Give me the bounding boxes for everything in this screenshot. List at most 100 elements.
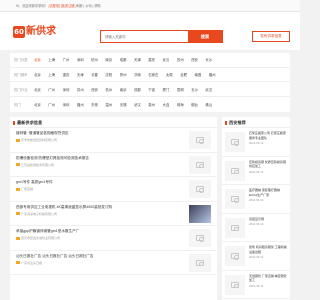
filter-item[interactable]: 天津 bbox=[77, 72, 84, 77]
register-link[interactable]: [免费注册] bbox=[61, 4, 76, 8]
filter-item[interactable]: 广州 bbox=[63, 57, 70, 62]
filter-item[interactable]: 福州 bbox=[77, 102, 84, 107]
listing-meta: 江苏某检测技术有限公司 bbox=[16, 163, 211, 167]
listing-thumbnail[interactable] bbox=[189, 229, 211, 247]
filter-item[interactable]: 北京 bbox=[34, 57, 41, 62]
recommend-thumbnail[interactable] bbox=[225, 274, 245, 295]
verified-icon bbox=[16, 187, 20, 191]
filter-item[interactable]: 北京 bbox=[34, 72, 41, 77]
filter-item[interactable]: 杭州 bbox=[105, 87, 112, 92]
filter-item[interactable]: 济南 bbox=[134, 72, 141, 77]
listing-row[interactable]: gm1号件 高质gm1号件 厂家直销 bbox=[10, 177, 217, 202]
recommend-title[interactable]: 医疗器械 康复理疗器械 ECG2生产厂家 bbox=[249, 188, 287, 197]
recommend-thumbnail[interactable] bbox=[225, 189, 245, 209]
filter-item[interactable]: 杭州 bbox=[91, 57, 98, 62]
recommend-item[interactable]: 医疗器械 康复理疗器械 ECG2生产厂家 2024-05-13 bbox=[222, 185, 290, 214]
listing-thumbnail[interactable] bbox=[189, 131, 211, 149]
filter-item[interactable]: 天津 bbox=[134, 57, 141, 62]
filter-item[interactable]: 上海 bbox=[48, 57, 55, 62]
filter-item[interactable]: 福州 bbox=[209, 72, 216, 77]
filter-item[interactable]: 北京 bbox=[34, 87, 41, 92]
filter-item[interactable]: 南昌 bbox=[194, 72, 201, 77]
filter-item[interactable]: 大连 bbox=[163, 102, 170, 107]
filter-item[interactable]: 郑州 bbox=[120, 72, 127, 77]
filter-item[interactable]: 太原 bbox=[166, 72, 173, 77]
filter-item[interactable]: 昆明 bbox=[177, 87, 184, 92]
listing-thumbnail[interactable] bbox=[189, 253, 211, 272]
filter-item[interactable]: 珠海 bbox=[177, 102, 184, 107]
recommend-thumbnail[interactable] bbox=[225, 217, 245, 238]
filter-item[interactable]: 苏州 bbox=[177, 57, 184, 62]
filter-item[interactable]: 成都 bbox=[120, 57, 127, 62]
filter-item[interactable]: 泉州 bbox=[148, 102, 155, 107]
filter-item[interactable]: 深圳 bbox=[77, 57, 84, 62]
login-link[interactable]: [请登录] bbox=[49, 4, 60, 8]
filter-item[interactable]: 厦门 bbox=[163, 87, 170, 92]
filter-item[interactable]: 沈阳 bbox=[105, 72, 112, 77]
recommend-title[interactable]: 无缝钢管 厂家直销 精密钢管加工 bbox=[249, 274, 287, 283]
search-input[interactable] bbox=[101, 31, 188, 42]
filter-item[interactable]: 长沙 bbox=[191, 87, 198, 92]
filter-item[interactable]: 佛山 bbox=[205, 102, 212, 107]
filter-item[interactable]: 南京 bbox=[105, 57, 112, 62]
listing-title[interactable]: gm1号件 高质gm1号件 bbox=[16, 180, 211, 185]
recommend-thumbnail[interactable] bbox=[225, 132, 245, 152]
verified-icon bbox=[16, 236, 20, 240]
recommend-item[interactable]: 石家庄搬家公司 石家庄搬家服务专业团队 2024-05-13 bbox=[222, 128, 290, 157]
recommend-item[interactable]: 双层显示屏 2024-05-13 bbox=[222, 214, 290, 242]
filter-item[interactable]: 武汉 bbox=[163, 57, 170, 62]
site-logo[interactable]: 60 新供求 bbox=[13, 25, 56, 38]
recommend-title[interactable]: 石家庄搬家公司 石家庄搬家服务专业团队 bbox=[249, 131, 287, 140]
top-extra-links[interactable]: 刷新 | 公司 | 帮助 bbox=[76, 4, 100, 8]
filter-item[interactable]: 苏州 bbox=[77, 87, 84, 92]
listing-title[interactable]: 西部专用供应工业电视机 4K高清液晶显示屏4000量批发订购 bbox=[16, 205, 211, 210]
listing-row[interactable]: 承接gpp护膜镀锌钢管gm1型水管生产厂 武汉市宏鑫泰诚管业有限公司 bbox=[10, 226, 217, 251]
recommend-title[interactable]: 压铸模具钢 优质压铸模具钢供应加工 bbox=[249, 160, 287, 169]
filter-item[interactable]: 重庆 bbox=[148, 57, 155, 62]
filter-item[interactable]: 武汉 bbox=[134, 102, 141, 107]
filter-item[interactable]: 西安 bbox=[191, 57, 198, 62]
filter-item[interactable]: 广州 bbox=[48, 87, 55, 92]
filter-item[interactable]: 成都 bbox=[134, 87, 141, 92]
recommend-thumbnail[interactable] bbox=[225, 246, 245, 266]
filter-item[interactable]: 无锡 bbox=[120, 102, 127, 107]
filter-item[interactable]: 北京 bbox=[34, 102, 41, 107]
filter-item[interactable]: 西安 bbox=[91, 87, 98, 92]
recommend-thumbnail[interactable] bbox=[225, 160, 245, 181]
recommend-item[interactable]: 无缝钢管 厂家直销 精密钢管加工 2024-05-13 bbox=[222, 271, 290, 299]
listing-thumbnail[interactable] bbox=[189, 155, 211, 174]
listing-row[interactable]: 汕头日报社广告 汕头日报社广告 汕头日报社广告 广东省汕头日报 bbox=[10, 251, 217, 275]
listing-title[interactable]: 镀锌管 ·管道管品各规格现货供应 bbox=[16, 131, 211, 136]
filter-item[interactable]: 南京 bbox=[120, 87, 127, 92]
listing-title[interactable]: 承接gpp护膜镀锌钢管gm1型水管生产厂 bbox=[16, 229, 211, 234]
filter-row: 热门行业 北京 广州 深圳 苏州 西安 杭州 南京 成都 宁波 厦门 昆明 长沙 武汉 bbox=[10, 82, 290, 98]
filter-item[interactable]: 武汉 bbox=[205, 87, 212, 92]
publish-button[interactable]: 发布供求信息 bbox=[252, 31, 290, 42]
filter-item[interactable]: 石家庄 bbox=[148, 72, 158, 77]
listing-row[interactable]: 防爆设备检测 防爆型灯具检测可检测技术报告 江苏某检测技术有限公司 bbox=[10, 153, 217, 177]
filter-item[interactable]: 上海 bbox=[48, 72, 55, 77]
search-button[interactable]: 搜索 bbox=[188, 31, 222, 42]
filter-item[interactable]: 长春 bbox=[91, 72, 98, 77]
recommend-title[interactable]: 建筑 机具租赁服务 工程机械设备出租 bbox=[249, 245, 287, 254]
filter-item[interactable]: 重庆 bbox=[63, 72, 70, 77]
recommend-item[interactable]: 建筑 机具租赁服务 工程机械设备出租 2024-05-13 bbox=[222, 242, 290, 271]
filter-item[interactable]: 深圳 bbox=[63, 87, 70, 92]
filter-item[interactable]: 烟台 bbox=[191, 102, 198, 107]
listing-thumbnail[interactable] bbox=[189, 204, 211, 223]
recommend-item[interactable]: 压铸模具钢 优质压铸模具钢供应加工 2024-05-13 bbox=[222, 157, 290, 185]
filter-item[interactable]: 宁波 bbox=[148, 87, 155, 92]
listing-thumbnail[interactable] bbox=[189, 180, 211, 198]
filter-item[interactable]: 广州 bbox=[48, 102, 55, 107]
recommend-title[interactable]: 双层显示屏 bbox=[249, 217, 287, 222]
filter-item[interactable]: 长沙 bbox=[205, 57, 212, 62]
filter-item[interactable]: 深圳 bbox=[63, 102, 70, 107]
listing-title[interactable]: 防爆设备检测 防爆型灯具检测可检测技术报告 bbox=[16, 156, 211, 161]
listing-meta: 武汉市宏鑫泰诚管业有限公司 bbox=[16, 236, 211, 240]
filter-item[interactable]: 东莞 bbox=[91, 102, 98, 107]
listing-row[interactable]: 西部专用供应工业电视机 4K高清液晶显示屏4000量批发订购 广东省某电子科技有限… bbox=[10, 202, 217, 226]
filter-item[interactable]: 温州 bbox=[105, 102, 112, 107]
listing-title[interactable]: 汕头日报社广告 汕头日报社广告 汕头日报社广告 bbox=[16, 254, 211, 259]
listing-row[interactable]: 镀锌管 ·管道管品各规格现货供应 天津市新世纪管材有限公司 bbox=[10, 128, 217, 153]
filter-item[interactable]: 合肥 bbox=[180, 72, 187, 77]
